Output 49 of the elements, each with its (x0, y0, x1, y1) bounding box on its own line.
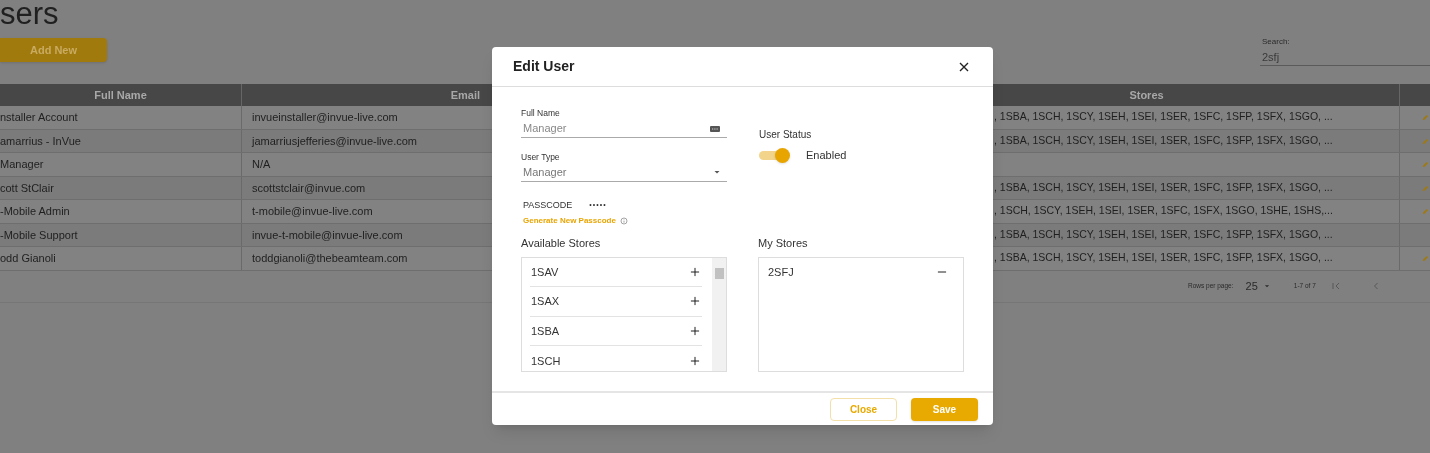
table-cell-text: , 1SBA, 1SCH, 1SCY, 1SEH, 1SEI, 1SER, 1SFC, 1SFP, 1SFX, 1SGO, ... (994, 226, 1333, 242)
table-cell-text: -Mobile Support (0, 227, 78, 243)
table-cell-text: , 1SBA, 1SCH, 1SCY, 1SEH, 1SEI, 1SER, 1SFC, 1SFP, 1SFX, 1SGO, ... (994, 179, 1333, 195)
store-list-item[interactable]: 1SCH (530, 346, 702, 371)
search-label: Search: (1261, 36, 1291, 48)
edit-icon[interactable] (1422, 253, 1430, 264)
list-title: My Stores (758, 236, 809, 251)
dialog-title: Edit User (513, 57, 575, 76)
table-cell-text: invueinstaller@invue-live.com (252, 110, 398, 125)
edit-icon[interactable] (1422, 159, 1430, 170)
column-header: Full Name (94, 87, 147, 103)
table-cell-text: jamarriusjefferies@invue-live.com (252, 133, 418, 149)
table-cell-text: scottstclair@invue.com (252, 180, 366, 196)
table-cell-text: amarrius - InVue (0, 133, 81, 149)
table-cell-text: cott StClair (0, 180, 54, 196)
store-list-item[interactable]: 1SAV (530, 257, 702, 287)
passcode-label: PASSCODE (523, 198, 573, 212)
status-toggle[interactable] (759, 148, 791, 163)
edit-icon[interactable] (1422, 112, 1430, 123)
column-header: Email (450, 87, 480, 103)
table-cell-text: invue-t-mobile@invue-live.com (252, 227, 403, 243)
field-label: User Type (521, 150, 561, 164)
column-header: Stores (1129, 87, 1164, 103)
table-cell-text: toddgianoli@thebeamteam.com (252, 251, 408, 266)
table-cell-text: odd Gianoli (0, 251, 56, 266)
table-cell-text: , 1SCH, 1SCY, 1SEH, 1SEI, 1SER, 1SFC, 1SFX, 1SGO, 1SHE, 1SHS,... (994, 203, 1333, 219)
store-list-item[interactable]: 1SBA (530, 316, 702, 346)
field-label: Full Name (521, 107, 561, 120)
status-text: Enabled (806, 148, 847, 163)
table-cell-text: -Mobile Admin (0, 204, 70, 219)
table-cell-text: , 1SBA, 1SCH, 1SCY, 1SEH, 1SEI, 1SER, 1SFC, 1SFP, 1SFX, 1SGO, ... (994, 250, 1333, 266)
table-cell-text: Manager (0, 157, 44, 172)
list-title: Available Stores (521, 236, 602, 251)
table-cell-text: t-mobile@invue-live.com (252, 204, 373, 219)
edit-icon[interactable] (1422, 206, 1430, 217)
user-type-select[interactable]: Manager (521, 163, 727, 182)
store-list-item[interactable]: 2SFJ (767, 257, 949, 287)
rows-per-page-select[interactable]: 25 (1245, 277, 1272, 295)
search-field[interactable]: 2sfj (1260, 48, 1430, 66)
table-cell-text: nstaller Account (0, 110, 78, 125)
table-cell-text: , 1SBA, 1SCH, 1SCY, 1SEH, 1SEI, 1SER, 1SFC, 1SFP, 1SFX, 1SGO, ... (994, 109, 1333, 125)
table-cell-text: , 1SBA, 1SCH, 1SCY, 1SEH, 1SEI, 1SER, 1SFC, 1SFP, 1SFX, 1SGO, ... (994, 132, 1333, 148)
field-label: User Status (759, 128, 813, 142)
info-icon (619, 217, 628, 225)
store-list-item[interactable]: 1SAX (530, 287, 702, 317)
first-page-icon[interactable] (1329, 280, 1342, 292)
page-title: sers (0, 0, 60, 32)
scrollbar[interactable] (712, 257, 726, 371)
table-cell-text: N/A (252, 157, 271, 172)
